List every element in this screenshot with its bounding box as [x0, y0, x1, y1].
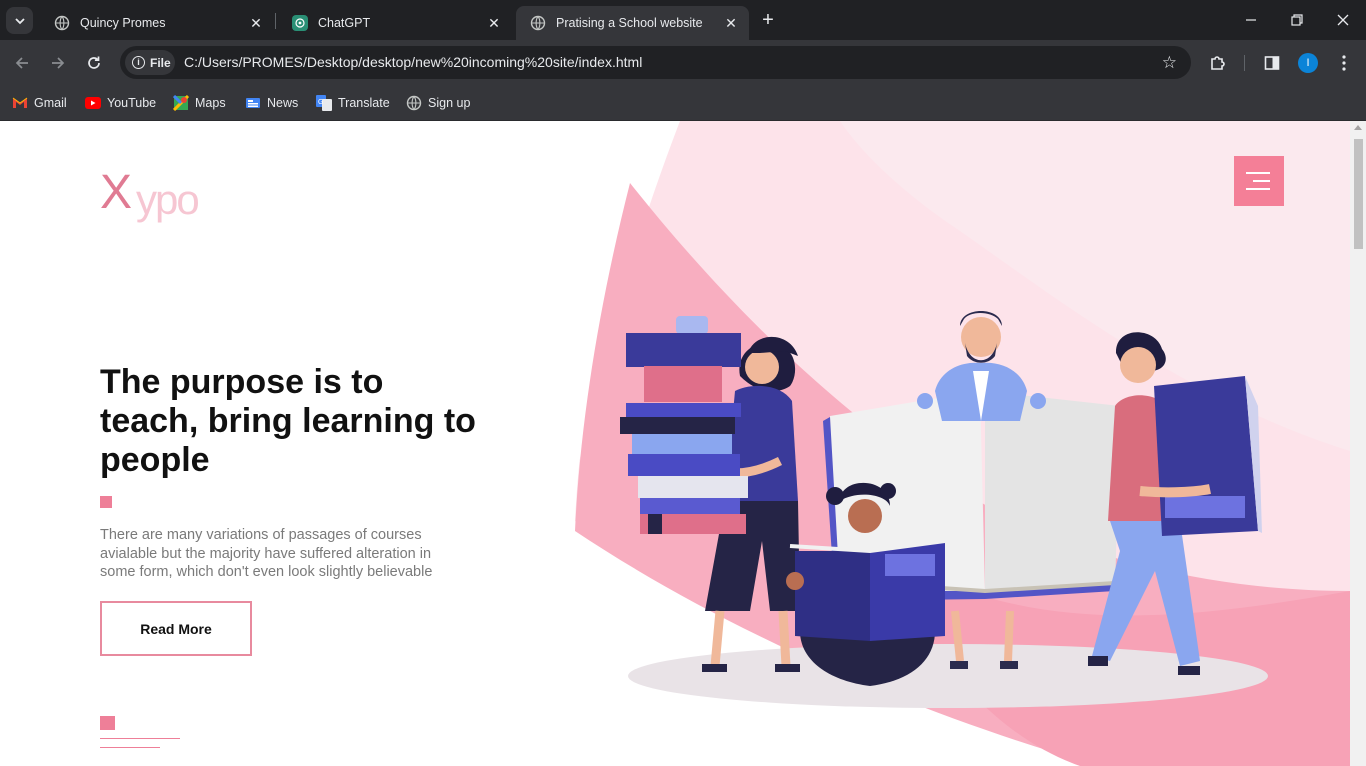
close-tab-icon[interactable]: ✕ — [486, 15, 502, 31]
bookmark-sign-up[interactable]: Sign up — [406, 93, 470, 113]
tab-school-website[interactable]: Pratising a School website ✕ — [516, 6, 749, 40]
svg-text:G: G — [318, 99, 323, 106]
minimize-button[interactable] — [1228, 0, 1274, 40]
tab-title: Pratising a School website — [556, 16, 703, 30]
tab-chatgpt[interactable]: ChatGPT ✕ — [278, 6, 512, 40]
maps-icon — [173, 95, 189, 111]
tab-bar: Quincy Promes ✕ ChatGPT ✕ Pratising a Sc… — [0, 0, 1366, 40]
hero-title: The purpose is to teach, bring learning … — [100, 363, 476, 479]
bookmark-label: Gmail — [34, 96, 67, 110]
browser-toolbar: i File C:/Users/PROMES/Desktop/desktop/n… — [0, 40, 1366, 86]
page-scrollbar[interactable] — [1350, 121, 1366, 766]
browser-menu-button[interactable] — [1332, 51, 1356, 75]
tab-title: Quincy Promes — [80, 16, 166, 30]
bookmark-gmail[interactable]: Gmail — [12, 93, 67, 113]
hero-illustration — [540, 121, 1350, 766]
globe-icon — [530, 15, 546, 31]
decorative-line — [100, 738, 180, 739]
web-page: X ypo The purpose is to teach, bring lea… — [0, 121, 1350, 766]
news-icon — [245, 95, 261, 111]
tab-search-button[interactable] — [6, 7, 33, 34]
arrow-right-icon — [52, 57, 65, 69]
menu-line — [1246, 172, 1270, 174]
site-info-chip[interactable]: i File — [125, 50, 175, 75]
bookmark-star-icon[interactable]: ☆ — [1162, 53, 1177, 73]
chip-label: File — [150, 55, 171, 70]
reload-icon — [88, 56, 100, 69]
globe-icon — [406, 95, 422, 111]
puzzle-icon — [1211, 56, 1225, 70]
hero-description: There are many variations of passages of… — [100, 527, 433, 580]
decorative-line — [100, 747, 160, 748]
bookmark-label: Maps — [195, 96, 226, 110]
restore-button[interactable] — [1274, 0, 1320, 40]
hamburger-menu-button[interactable] — [1234, 156, 1284, 206]
close-tab-icon[interactable]: ✕ — [723, 15, 739, 31]
logo-text: ypo — [136, 176, 200, 223]
arrow-left-icon — [15, 57, 28, 69]
menu-line — [1246, 188, 1270, 190]
back-button[interactable] — [10, 51, 34, 75]
profile-avatar[interactable]: I — [1298, 53, 1318, 73]
bookmark-youtube[interactable]: YouTube — [85, 93, 156, 113]
address-bar[interactable]: i File C:/Users/PROMES/Desktop/desktop/n… — [120, 46, 1191, 79]
globe-icon — [54, 15, 70, 31]
side-panel-icon — [1264, 56, 1280, 70]
extensions-button[interactable] — [1206, 51, 1230, 75]
chevron-down-icon — [14, 17, 25, 24]
close-window-button[interactable] — [1320, 0, 1366, 40]
bookmark-label: Sign up — [428, 96, 471, 110]
bookmark-label: Translate — [338, 96, 390, 110]
bookmark-label: YouTube — [107, 96, 157, 110]
translate-icon: G — [316, 95, 332, 111]
restore-icon — [1291, 14, 1303, 26]
bookmark-maps[interactable]: Maps — [173, 93, 226, 113]
bookmark-label: News — [267, 96, 299, 110]
gmail-icon — [12, 95, 28, 111]
bookmark-translate[interactable]: G Translate — [316, 93, 390, 113]
youtube-icon — [85, 95, 101, 111]
tab-quincy-promes[interactable]: Quincy Promes ✕ — [40, 6, 274, 40]
accent-square — [100, 716, 115, 730]
close-icon — [1337, 14, 1349, 26]
tab-separator — [275, 13, 276, 29]
bookmark-news[interactable]: News — [245, 93, 298, 113]
kebab-menu-icon — [1342, 55, 1346, 71]
forward-button[interactable] — [46, 51, 70, 75]
accent-square — [100, 496, 112, 508]
menu-line — [1253, 180, 1270, 182]
scroll-thumb[interactable] — [1354, 139, 1363, 249]
read-more-button[interactable]: Read More — [100, 601, 252, 656]
chatgpt-icon — [292, 15, 308, 31]
bookmarks-bar: Gmail YouTube Maps News G Translate Sign… — [0, 86, 1366, 121]
tab-title: ChatGPT — [318, 16, 371, 30]
minimize-icon — [1246, 19, 1256, 21]
url-text[interactable]: C:/Users/PROMES/Desktop/desktop/new%20in… — [184, 54, 642, 70]
logo-letter: X — [100, 166, 132, 219]
side-panel-button[interactable] — [1260, 51, 1284, 75]
info-icon: i — [132, 56, 145, 69]
close-tab-icon[interactable]: ✕ — [248, 15, 264, 31]
toolbar-separator — [1244, 55, 1245, 71]
scroll-up-arrow-icon[interactable] — [1354, 125, 1362, 130]
reload-button[interactable] — [82, 51, 106, 75]
new-tab-button[interactable]: + — [758, 10, 778, 30]
